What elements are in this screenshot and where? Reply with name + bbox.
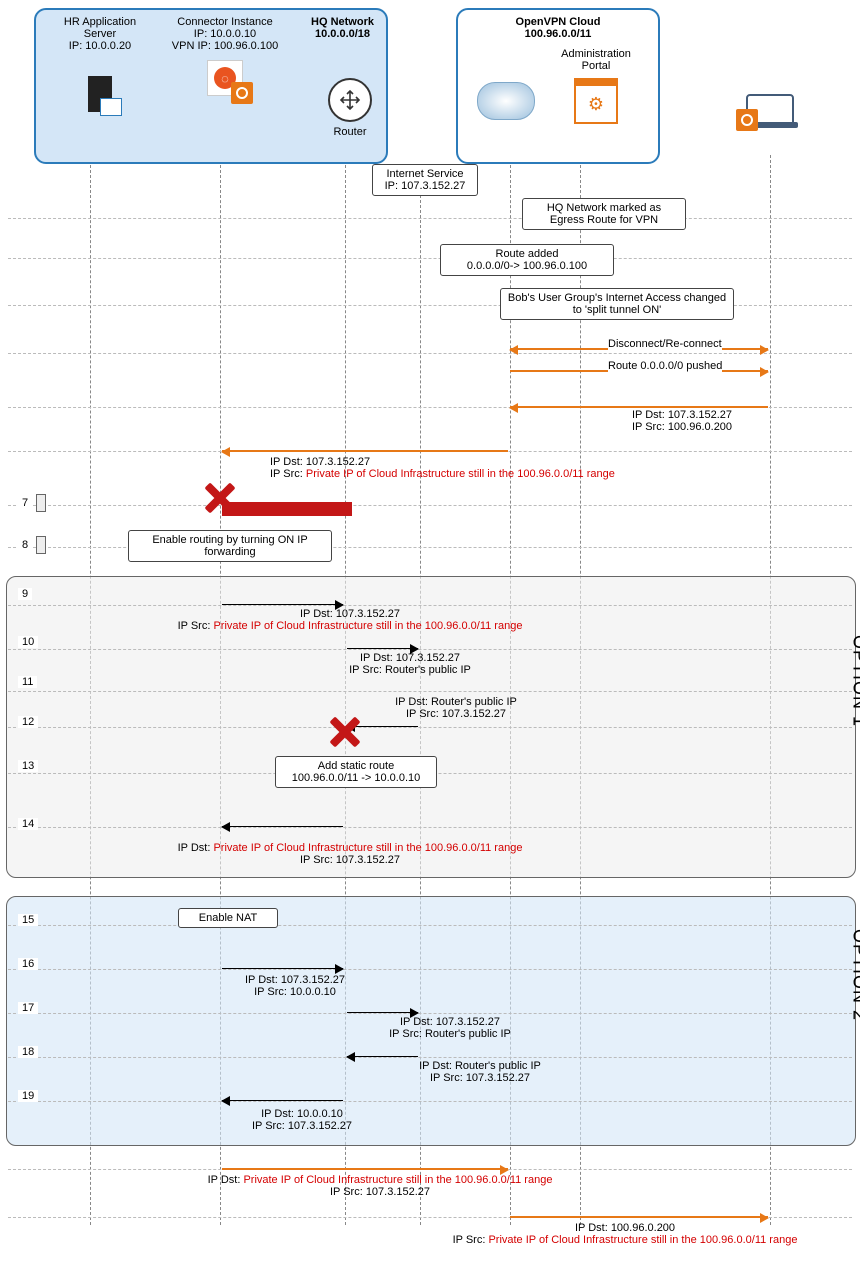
label-disconnect: Disconnect/Re-connect — [608, 338, 722, 350]
step-8: 8 — [18, 539, 32, 551]
row-7 — [0, 492, 860, 518]
step-16: 16 — [18, 958, 38, 970]
label-12: IP Dst: Router's public IP IP Src: 107.3… — [356, 696, 556, 720]
hq-subnet: 10.0.0.0/18 — [311, 28, 374, 40]
label-10: IP Dst: 107.3.152.27 IP Src: Router's pu… — [310, 652, 510, 676]
act-8 — [36, 536, 46, 554]
label-19: IP Dst: 10.0.0.10 IP Src: 107.3.152.27 — [222, 1108, 382, 1132]
step-14: 14 — [18, 818, 38, 830]
label-route-pushed: Route 0.0.0.0/0 pushed — [608, 360, 722, 372]
row-1 — [0, 205, 860, 231]
step-7: 7 — [18, 497, 32, 509]
label-20: IP Dst: Private IP of Cloud Infrastructu… — [130, 1174, 630, 1198]
hq-title: HQ Network — [311, 16, 374, 28]
cloud-icon — [477, 82, 535, 120]
act-7 — [36, 494, 46, 512]
label-5: IP Dst: 107.3.152.27 IP Src: 100.96.0.20… — [602, 409, 762, 433]
step-13: 13 — [18, 760, 38, 772]
msg-14 — [222, 826, 343, 827]
label-14: IP Dst: Private IP of Cloud Infrastructu… — [100, 842, 600, 866]
step-17: 17 — [18, 1002, 38, 1014]
portal-label: Administration Portal — [548, 48, 644, 72]
connector-node: Connector Instance IP: 10.0.0.10 VPN IP:… — [160, 16, 290, 96]
row-2 — [0, 245, 860, 271]
msg-6 — [222, 450, 508, 452]
note-static-route: Add static route 100.96.0.0/11 -> 10.0.0… — [275, 756, 437, 788]
label-21: IP Dst: 100.96.0.200 IP Src: Private IP … — [450, 1222, 800, 1246]
msg-10 — [347, 648, 418, 649]
msg-5 — [510, 406, 768, 408]
step-11: 11 — [18, 676, 37, 688]
conn-title: Connector Instance — [160, 16, 290, 28]
x-icon-2 — [327, 714, 363, 750]
router-label: Router — [315, 126, 385, 138]
router-icon — [328, 78, 372, 122]
label-18: IP Dst: Router's public IP IP Src: 107.3… — [380, 1060, 580, 1084]
openvpn-icon — [736, 109, 758, 131]
cloud-node — [476, 82, 536, 123]
step-19: 19 — [18, 1090, 38, 1102]
bob-laptop — [740, 94, 800, 127]
msg-18 — [347, 1056, 418, 1057]
red-bar — [222, 502, 352, 516]
msg-19 — [222, 1100, 343, 1101]
admin-portal-node: Administration Portal ⚙ — [548, 48, 644, 124]
internet-service-box: Internet Service IP: 107.3.152.27 — [372, 164, 478, 196]
row-16 — [0, 956, 860, 982]
label-6: IP Dst: 107.3.152.27 IP Src: Private IP … — [270, 456, 750, 480]
note-nat: Enable NAT — [178, 908, 278, 928]
note-split-tunnel: Bob's User Group's Internet Access chang… — [500, 288, 734, 320]
conn-ip: IP: 10.0.0.10 — [160, 28, 290, 40]
step-15: 15 — [18, 914, 38, 926]
msg-9 — [222, 604, 343, 605]
msg-20 — [222, 1168, 508, 1170]
step-10: 10 — [18, 636, 38, 648]
label-17: IP Dst: 107.3.152.27 IP Src: Router's pu… — [350, 1016, 550, 1040]
step-18: 18 — [18, 1046, 38, 1058]
msg-17 — [347, 1012, 418, 1013]
step-9: 9 — [18, 588, 32, 600]
msg-21 — [510, 1216, 768, 1218]
row-14 — [0, 814, 860, 840]
hr-title: HR Application Server — [50, 16, 150, 40]
portal-icon: ⚙ — [574, 78, 618, 124]
cloud-subnet: 100.96.0.0/11 — [458, 28, 658, 40]
server-icon — [88, 76, 112, 112]
row-15 — [0, 912, 860, 938]
hr-server-node: HR Application Server IP: 10.0.0.20 — [50, 16, 150, 115]
note-route-added: Route added 0.0.0.0/0-> 100.96.0.100 — [440, 244, 614, 276]
note-egress: HQ Network marked as Egress Route for VP… — [522, 198, 686, 230]
note-ip-fwd: Enable routing by turning ON IP forwardi… — [128, 530, 332, 562]
row-4 — [0, 340, 860, 366]
hr-ip: IP: 10.0.0.20 — [50, 40, 150, 52]
label-16: IP Dst: 107.3.152.27 IP Src: 10.0.0.10 — [210, 974, 380, 998]
router-node: Router — [315, 78, 385, 138]
openvpn-icon — [231, 82, 253, 104]
step-12: 12 — [18, 716, 38, 728]
cloud-title: OpenVPN Cloud — [458, 16, 658, 28]
label-9: IP Dst: 107.3.152.27 IP Src: Private IP … — [110, 608, 590, 632]
msg-16 — [222, 968, 343, 969]
row-19 — [0, 1088, 860, 1114]
conn-vpnip: VPN IP: 100.96.0.100 — [160, 40, 290, 52]
